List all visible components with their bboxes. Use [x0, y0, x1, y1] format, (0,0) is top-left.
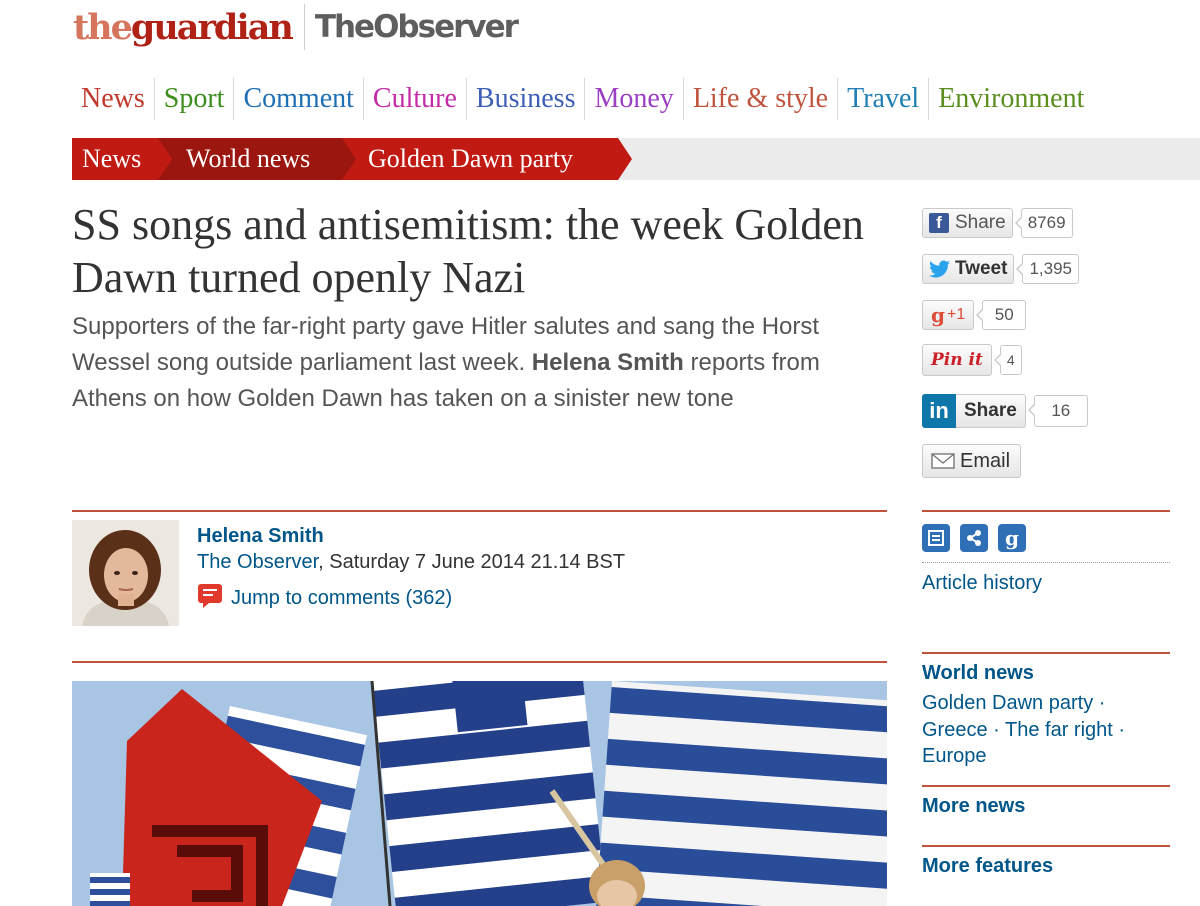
article-main-image[interactable] [72, 681, 887, 906]
linkedin-share-button[interactable]: in Share [922, 393, 1026, 428]
tweet-button[interactable]: Tweet [922, 254, 1015, 284]
sidebar-rule-4 [922, 845, 1170, 847]
breadcrumb-world-news-label: World news [186, 144, 311, 173]
nav-environment[interactable]: Environment [928, 78, 1093, 120]
byline-meta: The Observer, Saturday 7 June 2014 21.14… [197, 551, 625, 574]
breadcrumb-golden-dawn[interactable]: Golden Dawn party [342, 138, 618, 180]
section-nav: News Sport Comment Culture Business Mone… [72, 78, 1093, 120]
facebook-share-count: 8769 [1014, 208, 1073, 238]
breadcrumb: News World news Golden Dawn party [72, 138, 1200, 180]
email-label: Email [960, 449, 1011, 472]
email-button[interactable]: Email [922, 444, 1022, 478]
nav-comment[interactable]: Comment [233, 78, 362, 120]
byline-bottom-rule [72, 661, 887, 663]
breadcrumb-news-label: News [82, 144, 142, 173]
breadcrumb-separator [158, 138, 172, 180]
publish-date: , Saturday 7 June 2014 21.14 BST [318, 551, 626, 573]
breadcrumb-end-arrow [618, 138, 632, 180]
pin-it-count: 4 [993, 345, 1022, 375]
nav-culture[interactable]: Culture [362, 78, 466, 120]
tag-europe[interactable]: Europe [922, 745, 987, 768]
sidebar-rule-2 [922, 652, 1170, 654]
breadcrumb-news[interactable]: News [72, 138, 158, 180]
breadcrumb-separator [342, 138, 356, 180]
tweet-count: 1,395 [1016, 254, 1079, 284]
google-plus-icon: g [931, 303, 945, 327]
guardian-g-icon[interactable]: g [998, 524, 1026, 552]
logo-divider [303, 4, 305, 50]
masthead: the guardian TheObserver [73, 4, 519, 50]
linkedin-share-label: Share [964, 400, 1017, 421]
nav-sport[interactable]: Sport [153, 78, 234, 120]
nav-news[interactable]: News [72, 78, 154, 120]
linkedin-icon: in [922, 393, 956, 428]
article-headline: SS songs and antisemitism: the week Gold… [72, 200, 864, 302]
jump-to-comments-label: Jump to comments (362) [231, 587, 453, 609]
email-share: Email [922, 444, 1022, 478]
author-photo[interactable] [72, 520, 179, 626]
publication-link[interactable]: The Observer [197, 551, 318, 573]
nav-business[interactable]: Business [465, 78, 585, 120]
tweet-label: Tweet [955, 258, 1008, 279]
pin-it-label: Pin it [931, 350, 983, 370]
comment-icon [197, 583, 223, 614]
google-plus-share: g +1 50 [922, 300, 1027, 330]
jump-to-comments-link[interactable]: Jump to comments (362) [197, 583, 452, 614]
linkedin-share-count: 16 [1027, 395, 1088, 427]
facebook-share-label: Share [955, 212, 1006, 233]
observer-logo[interactable]: TheObserver [315, 9, 519, 45]
sidebar-rule-3 [922, 785, 1170, 787]
sidebar-dotted-rule [922, 562, 1170, 563]
article-standfirst: Supporters of the far-right party gave H… [72, 309, 882, 417]
pinterest-share: Pin it 4 [922, 344, 1022, 376]
twitter-icon [929, 260, 951, 278]
sidebar-rule-1 [922, 510, 1170, 512]
byline-top-rule [72, 510, 887, 512]
more-news-link[interactable]: More news [922, 795, 1025, 818]
google-plus-label: +1 [946, 306, 966, 323]
facebook-share: f Share 8769 [922, 208, 1073, 238]
google-plus-button[interactable]: g +1 [922, 300, 975, 330]
google-plus-count: 50 [976, 300, 1027, 330]
guardian-logo[interactable]: guardian [131, 7, 294, 48]
facebook-share-button[interactable]: f Share [922, 208, 1013, 238]
tag-greece-far-right[interactable]: Greece · The far right · [922, 719, 1125, 742]
guardian-logo-the[interactable]: the [73, 7, 133, 48]
byline-author-link[interactable]: Helena Smith [197, 525, 324, 548]
print-icon[interactable] [922, 524, 950, 552]
article-history-link[interactable]: Article history [922, 572, 1042, 595]
nav-life-style[interactable]: Life & style [682, 78, 837, 120]
tag-golden-dawn[interactable]: Golden Dawn party · [922, 692, 1105, 715]
linkedin-share: in Share 16 [922, 393, 1088, 428]
twitter-share: Tweet 1,395 [922, 254, 1079, 284]
breadcrumb-golden-dawn-label: Golden Dawn party [368, 144, 574, 173]
share-icon[interactable] [960, 524, 988, 552]
nav-money[interactable]: Money [584, 78, 682, 120]
facebook-icon: f [929, 213, 949, 233]
pin-it-button[interactable]: Pin it [922, 344, 992, 376]
email-icon [931, 453, 955, 469]
standfirst-author[interactable]: Helena Smith [532, 349, 684, 376]
world-news-link[interactable]: World news [922, 662, 1034, 685]
nav-travel[interactable]: Travel [837, 78, 928, 120]
more-features-link[interactable]: More features [922, 855, 1053, 878]
